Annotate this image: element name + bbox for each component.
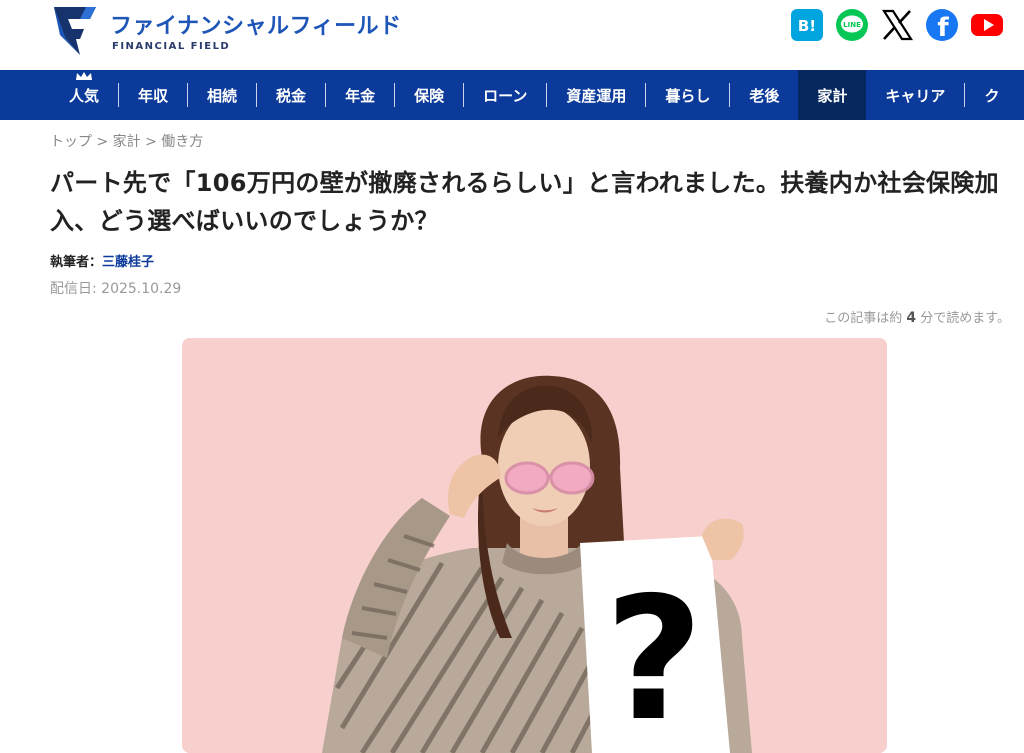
- logo-text: ファイナンシャルフィールド FINANCIAL FIELD: [110, 8, 402, 52]
- nav-list: 人気 年収 相続 税金 年金 保険 ローン 資産運用 暮らし 老後 家計 キャリ…: [50, 70, 1018, 120]
- nav-label: 相続: [207, 86, 238, 105]
- nav-label: 人気: [69, 86, 100, 105]
- author-label: 執筆者：: [50, 255, 103, 270]
- nav-item-household[interactable]: 家計: [798, 70, 867, 120]
- crown-icon: [76, 72, 92, 80]
- nav-label: ク: [984, 86, 1000, 105]
- readtime-pre: この記事は約: [824, 311, 903, 326]
- logo-jp: ファイナンシャルフィールド: [110, 14, 402, 39]
- nav-label: 年金: [345, 86, 376, 105]
- woman-with-question-mark-illustration: ?: [182, 338, 887, 753]
- logo-mark-icon: [54, 7, 96, 55]
- publish-date: 配信日: 2025.10.29: [50, 281, 182, 297]
- site-header: ファイナンシャルフィールド FINANCIAL FIELD B! LINE f: [0, 0, 1024, 70]
- nav-item-career[interactable]: キャリア: [866, 70, 964, 120]
- nav-label: 老後: [749, 86, 780, 105]
- read-time: この記事は約 4 分で読めます。: [824, 307, 1010, 326]
- nav-label: 暮らし: [665, 86, 711, 105]
- nav-item-living[interactable]: 暮らし: [646, 70, 729, 120]
- hero-image: ?: [182, 338, 887, 753]
- author-link[interactable]: 三藤桂子: [102, 255, 154, 270]
- readtime-number: 4: [906, 310, 917, 326]
- social-links: B! LINE f: [790, 8, 1004, 42]
- line-icon[interactable]: LINE: [835, 8, 869, 42]
- nav-label: 税金: [276, 86, 307, 105]
- youtube-icon[interactable]: [970, 8, 1004, 42]
- nav-item-tax[interactable]: 税金: [257, 70, 325, 120]
- facebook-icon[interactable]: f: [925, 8, 959, 42]
- x-icon[interactable]: [880, 8, 914, 42]
- nav-label: 年収: [138, 86, 169, 105]
- nav-label: 家計: [817, 86, 848, 105]
- nav-item-popular[interactable]: 人気: [50, 70, 118, 120]
- line-label: LINE: [843, 21, 861, 29]
- nav-item-income[interactable]: 年収: [119, 70, 187, 120]
- logo-en: FINANCIAL FIELD: [112, 41, 231, 52]
- readtime-post: 分で読めます。: [920, 311, 1010, 326]
- breadcrumb-household[interactable]: 家計: [113, 134, 141, 150]
- main-nav: 人気 年収 相続 税金 年金 保険 ローン 資産運用 暮らし 老後 家計 キャリ…: [0, 70, 1024, 120]
- article-title: パート先で「106万円の壁が撤廃されるらしい」と言われました。扶養内か社会保険加…: [50, 169, 999, 235]
- svg-text:?: ?: [605, 561, 704, 753]
- breadcrumb-separator: >: [145, 134, 157, 150]
- breadcrumb-top[interactable]: トップ: [50, 134, 92, 150]
- nav-label: キャリア: [885, 86, 946, 105]
- nav-item-pension[interactable]: 年金: [326, 70, 394, 120]
- nav-item-retirement[interactable]: 老後: [730, 70, 798, 120]
- breadcrumb-work-style[interactable]: 働き方: [161, 134, 203, 150]
- facebook-label: f: [937, 13, 949, 42]
- breadcrumb-separator: >: [96, 134, 109, 150]
- nav-item-insurance[interactable]: 保険: [395, 70, 463, 120]
- hatena-label: B!: [798, 17, 816, 35]
- site-logo[interactable]: ファイナンシャルフィールド FINANCIAL FIELD: [50, 5, 402, 59]
- author-line: 執筆者：三藤桂子: [50, 251, 154, 270]
- nav-item-investment[interactable]: 資産運用: [547, 70, 645, 120]
- nav-label: 資産運用: [566, 86, 627, 105]
- nav-label: 保険: [414, 86, 445, 105]
- hatena-bookmark-icon[interactable]: B!: [790, 8, 824, 42]
- breadcrumb: トップ > 家計 > 働き方: [50, 131, 203, 151]
- nav-item-more[interactable]: ク: [965, 70, 1018, 120]
- nav-item-loan[interactable]: ローン: [464, 70, 546, 120]
- nav-label: ローン: [483, 86, 528, 105]
- nav-item-inheritance[interactable]: 相続: [188, 70, 256, 120]
